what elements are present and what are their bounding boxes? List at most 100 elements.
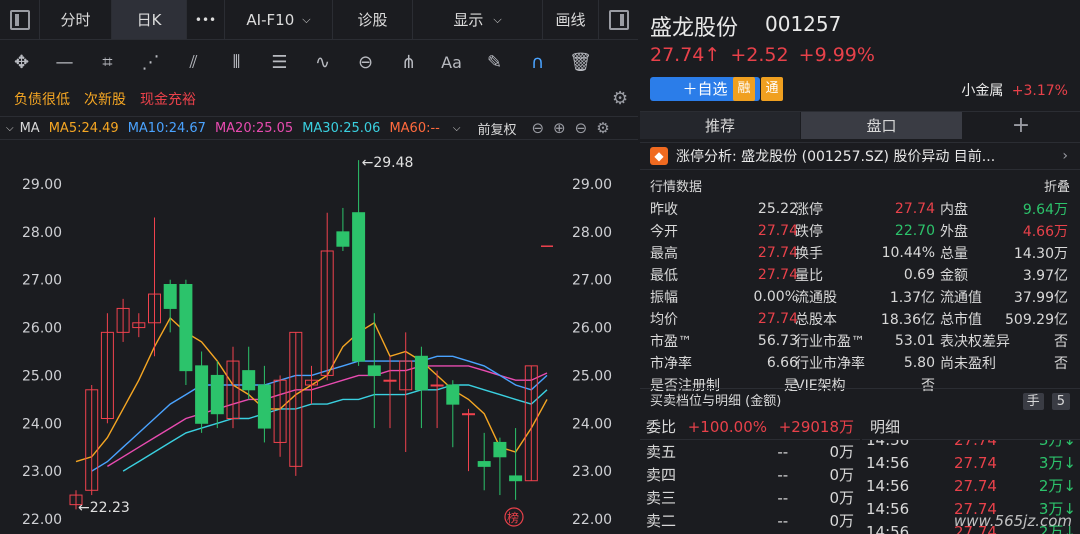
candle-body (493, 441, 507, 458)
quote-row: 市盈™ 56.73 行业市盈™ 53.01 表决权差异 否 (640, 330, 1080, 352)
quote-label: 总量 (940, 246, 968, 262)
orderbook-row[interactable]: 卖五 -- 0万 (640, 440, 860, 463)
quote-value: 1.37亿 (889, 290, 935, 306)
orderbook-row[interactable]: 卖四 -- 0万 (640, 463, 860, 486)
pitchfork-icon[interactable]: ⋔ (387, 52, 430, 73)
connect-badge[interactable]: 通 (761, 77, 783, 101)
add-tab-icon[interactable]: + (962, 112, 1080, 139)
trade-time: 14:56 (866, 499, 910, 518)
channel-icon[interactable]: ⫽ (172, 52, 215, 73)
settings-icon[interactable]: ⚙ (612, 88, 628, 109)
plus-icon[interactable]: ⊕ (553, 119, 566, 137)
news-bar[interactable]: ◆ 涨停分析: 盛龙股份 (001257.SZ) 股价异动 目前... › (640, 142, 1080, 170)
quote-cell: 最高 27.74 (650, 242, 798, 264)
quote-cell: 总量 14.30万 (940, 242, 1068, 264)
cycle-icon[interactable]: ⊖ (344, 52, 387, 73)
chevron-down-icon[interactable]: ⌵ (453, 123, 461, 134)
ma30-value: MA30:25.06 (302, 120, 381, 136)
fib-icon[interactable]: ☰ (258, 52, 301, 73)
tag-cash-rich[interactable]: 现金充裕 (140, 89, 196, 109)
text-icon[interactable]: Aa (430, 53, 473, 72)
tag-new-stock[interactable]: 次新股 (84, 89, 126, 109)
candle-body (383, 379, 397, 382)
quote-cell: 量比 0.69 (795, 264, 935, 286)
display-dropdown[interactable]: 显示 ⌵ (413, 0, 543, 39)
magnet-icon[interactable]: ∩ (516, 52, 559, 73)
trade-volume: 2万↓ (1038, 477, 1076, 495)
draw-line-button[interactable]: 画线 (543, 0, 599, 39)
tab-ai-f10[interactable]: AI-F10 ⌵ (225, 0, 333, 39)
orderbook-cell: 卖五 (646, 443, 677, 461)
k-line-chart[interactable]: 29.00 29.00 28.00 28.00 27.00 27.00 26.00 26.00… (0, 141, 638, 534)
quote-value: 37.99亿 (1013, 290, 1068, 306)
quote-cell: 金额 3.97亿 (940, 264, 1068, 286)
wave-icon[interactable]: ∿ (301, 52, 344, 73)
quote-panel: 盛龙股份 001257 27.74↑ +2.52 +9.99% ＋自选 融 通 … (640, 0, 1080, 534)
tab-zhengu[interactable]: 诊股 (333, 0, 413, 39)
settings-icon[interactable]: ⚙ (596, 119, 609, 137)
tab-pankou[interactable]: 盘口 (800, 112, 962, 139)
hand-button[interactable]: 手 (1022, 393, 1044, 410)
orderbook-cell: 卖三 (646, 489, 677, 507)
quote-value: 5.80 (903, 355, 935, 371)
chevron-down-icon: ⌵ (493, 12, 502, 26)
watermark: www.565jz.com (953, 512, 1072, 530)
orderbook-cell: 卖二 (646, 512, 677, 530)
orderbook-cell: -- (777, 442, 789, 461)
fan-icon[interactable]: ⋰ (129, 52, 172, 73)
chevron-down-icon[interactable]: ⌵ (6, 123, 14, 134)
orderbook-title: 买卖档位与明细 (金额) (650, 394, 782, 409)
fold-button[interactable]: 折叠 (1044, 176, 1070, 195)
crop-icon[interactable]: ⌗ (86, 52, 129, 73)
mingxi-header: 明细 (862, 414, 1080, 440)
sector-info[interactable]: 小金属 +3.17% (961, 80, 1068, 100)
quote-value: 27.74 (894, 201, 935, 217)
quote-cell: 行业市盈™ 53.01 (795, 330, 935, 352)
tab-daily-k[interactable]: 日K (112, 0, 187, 39)
quote-value: 27.74 (757, 267, 798, 283)
orderbook-row[interactable]: 卖三 -- 0万 (640, 486, 860, 509)
ma10-line (91, 355, 548, 472)
quote-row: 今开 27.74 跌停 22.70 外盘 4.66万 (640, 220, 1080, 242)
margin-badge[interactable]: 融 (733, 77, 755, 101)
tag-low-debt[interactable]: 负债很低 (14, 89, 70, 109)
panel-toggle-icon[interactable] (599, 0, 638, 39)
drawing-toolbar: ✥ — ⌗ ⋰ ⫽ ⦀ ☰ ∿ ⊖ ⋔ Aa ✎ ∩ 🗑 (0, 41, 638, 83)
weibi-pct: +100.00% (687, 417, 768, 436)
line-icon[interactable]: — (43, 52, 86, 73)
candle-body (242, 370, 256, 391)
more-icon[interactable]: ••• (187, 0, 225, 39)
eraser-icon[interactable]: ✎ (473, 52, 516, 73)
tab-recommend[interactable]: 推荐 (640, 112, 800, 139)
fire-icon: ◆ (650, 147, 668, 165)
candle-body (414, 355, 428, 391)
bars-icon[interactable]: ⦀ (215, 52, 258, 73)
sector-pct: +3.17% (1011, 83, 1068, 99)
quote-value: 27.74 (757, 223, 798, 239)
fuquan-dropdown[interactable]: 前复权 (477, 119, 516, 138)
quote-cell: 尚未盈利 否 (940, 352, 1068, 374)
quote-label: 流通股 (795, 290, 837, 306)
quote-value: 6.66 (766, 355, 798, 371)
minus-icon[interactable]: ⊖ (531, 119, 544, 137)
quote-label: 总股本 (795, 312, 837, 328)
quote-label: 量比 (795, 268, 823, 284)
move-icon[interactable]: ✥ (0, 52, 43, 73)
y-tick-label-right: 26.00 (572, 321, 612, 337)
quote-value: 0.69 (903, 267, 935, 283)
last-price: 27.74↑ (650, 44, 721, 66)
trash-icon[interactable]: 🗑 (559, 52, 602, 73)
quote-title: 行情数据 (650, 179, 703, 195)
quote-cell: 行业市净率 5.80 (795, 352, 935, 374)
minus-icon[interactable]: ⊖ (575, 119, 588, 137)
quote-cell: 振幅 0.00% (650, 286, 798, 308)
quote-row: 市净率 6.66 行业市净率 5.80 尚未盈利 否 (640, 352, 1080, 374)
depth-button[interactable]: 5 (1051, 393, 1070, 410)
quote-cell: 内盘 9.64万 (940, 198, 1068, 220)
orderbook-cell: 0万 (829, 512, 854, 530)
ma-label: MA (19, 120, 40, 136)
tab-fenshi[interactable]: 分时 (40, 0, 112, 39)
orderbook-row[interactable]: 卖二 -- 0万 (640, 509, 860, 532)
quote-label: 均价 (650, 312, 678, 328)
sidebar-toggle-icon[interactable] (0, 0, 40, 39)
